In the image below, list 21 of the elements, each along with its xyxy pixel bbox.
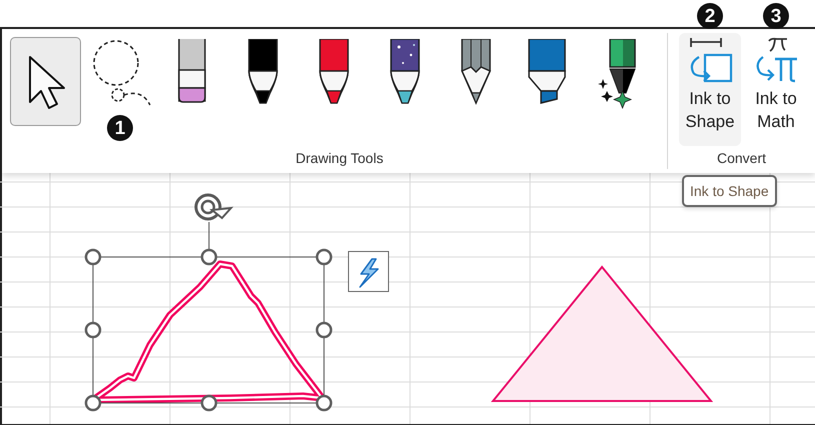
highlighter-icon <box>526 39 566 105</box>
number-badge: 1 <box>107 115 133 141</box>
group-label: Drawing Tools <box>296 150 384 166</box>
quick-action-button[interactable] <box>348 251 389 292</box>
lightning-icon <box>359 258 379 288</box>
resize-handle[interactable] <box>200 248 218 266</box>
resize-handle[interactable] <box>84 322 102 338</box>
resize-handle[interactable] <box>84 248 102 266</box>
group-label: Convert <box>716 150 766 166</box>
number-badge: 2 <box>697 3 723 29</box>
rotate-handle-icon[interactable] <box>194 194 234 220</box>
resize-handle[interactable] <box>200 394 218 412</box>
eraser-icon <box>176 39 206 103</box>
resize-handle[interactable] <box>84 394 102 412</box>
number-badge: 3 <box>763 3 789 29</box>
resize-handle[interactable] <box>316 394 332 412</box>
resize-handle[interactable] <box>316 248 332 266</box>
tooltip: Ink to Shape <box>682 175 777 207</box>
select-tool-button[interactable] <box>10 37 81 126</box>
sparkle-pen-icon <box>598 39 638 109</box>
resize-handle[interactable] <box>316 322 332 338</box>
